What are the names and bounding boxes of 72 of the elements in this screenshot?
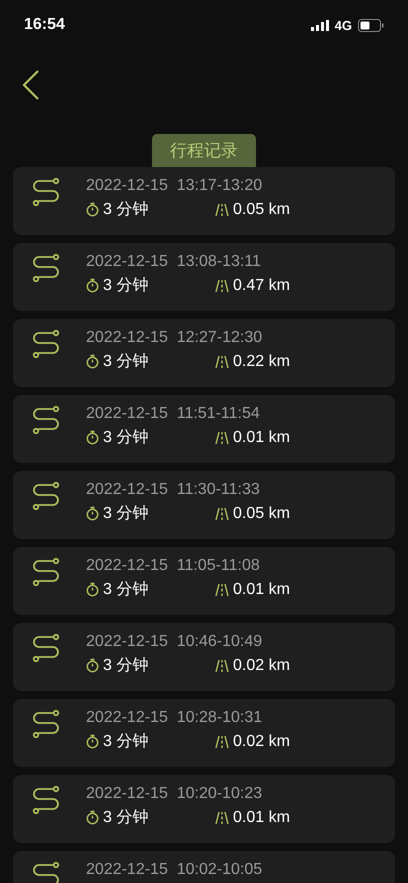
trip-distance: 0.02 km xyxy=(233,732,290,750)
back-button[interactable] xyxy=(20,68,42,102)
stopwatch-icon xyxy=(86,658,99,673)
trip-card[interactable]: 2022-12-15 10:28-10:31 3 分钟 0.02 km xyxy=(13,699,395,767)
trip-duration: 3 分钟 xyxy=(103,428,150,448)
trip-distance: 0.01 km xyxy=(233,428,290,446)
trip-duration: 3 分钟 xyxy=(103,732,150,752)
status-time: 16:54 xyxy=(24,16,65,34)
trip-duration: 3 分钟 xyxy=(103,656,150,676)
trip-datetime: 2022-12-15 10:46-10:49 xyxy=(86,633,264,651)
road-icon xyxy=(215,582,229,596)
trip-datetime: 2022-12-15 10:28-10:31 xyxy=(86,709,264,727)
trip-card[interactable]: 2022-12-15 11:51-11:54 3 分钟 0.01 km xyxy=(13,395,395,463)
trip-distance: 0.47 km xyxy=(233,276,290,294)
trip-duration: 3 分钟 xyxy=(103,352,150,372)
road-icon xyxy=(215,658,229,672)
trip-card[interactable]: 2022-12-15 13:17-13:20 3 分钟 0.05 km xyxy=(13,167,395,235)
trip-datetime: 2022-12-15 10:02-10:05 xyxy=(86,861,262,879)
route-icon xyxy=(32,329,62,359)
trip-card[interactable]: 2022-12-15 10:46-10:49 3 分钟 0.02 km xyxy=(13,623,395,691)
network-label: 4G xyxy=(334,18,352,32)
trip-duration: 3 分钟 xyxy=(103,200,150,220)
trip-distance: 0.02 km xyxy=(233,656,290,674)
trip-datetime: 2022-12-15 11:51-11:54 xyxy=(86,405,261,423)
trip-distance: 0.01 km xyxy=(233,808,290,826)
trip-card[interactable]: 2022-12-15 12:27-12:30 3 分钟 0.22 km xyxy=(13,319,395,387)
trip-card[interactable]: 2022-12-15 13:08-13:11 3 分钟 0.47 km xyxy=(13,243,395,311)
road-icon xyxy=(215,430,229,444)
battery-icon xyxy=(358,18,384,32)
trip-distance: 0.22 km xyxy=(233,352,290,370)
stopwatch-icon xyxy=(86,506,99,521)
road-icon xyxy=(215,354,229,368)
stopwatch-icon xyxy=(86,810,99,825)
trip-datetime: 2022-12-15 10:20-10:23 xyxy=(86,785,264,803)
road-icon xyxy=(215,734,229,748)
route-icon xyxy=(32,481,62,511)
trip-card[interactable]: 2022-12-15 10:02-10:05 xyxy=(13,851,395,883)
trip-distance: 0.01 km xyxy=(233,580,290,598)
trip-duration: 3 分钟 xyxy=(103,808,150,828)
road-icon xyxy=(215,278,229,292)
trip-duration: 3 分钟 xyxy=(103,276,150,296)
trip-card[interactable]: 2022-12-15 11:05-11:08 3 分钟 0.01 km xyxy=(13,547,395,615)
stopwatch-icon xyxy=(86,734,99,749)
trip-card[interactable]: 2022-12-15 10:20-10:23 3 分钟 0.01 km xyxy=(13,775,395,843)
route-icon xyxy=(32,177,62,207)
trip-datetime: 2022-12-15 12:27-12:30 xyxy=(86,329,264,347)
route-icon xyxy=(32,405,62,435)
stopwatch-icon xyxy=(86,278,99,293)
trip-datetime: 2022-12-15 13:17-13:20 xyxy=(86,177,264,195)
route-icon xyxy=(32,785,62,815)
road-icon xyxy=(215,506,229,520)
road-icon xyxy=(215,202,229,216)
stopwatch-icon xyxy=(86,202,99,217)
trip-duration: 3 分钟 xyxy=(103,504,150,524)
trip-distance: 0.05 km xyxy=(233,504,290,522)
trip-duration: 3 分钟 xyxy=(103,580,150,600)
route-icon xyxy=(32,709,62,739)
stopwatch-icon xyxy=(86,354,99,369)
trip-datetime: 2022-12-15 13:08-13:11 xyxy=(86,253,262,271)
stopwatch-icon xyxy=(86,582,99,597)
route-icon xyxy=(32,633,62,663)
route-icon xyxy=(32,861,62,883)
signal-icon xyxy=(310,20,329,30)
page-title: 行程记录 xyxy=(152,134,256,167)
trip-datetime: 2022-12-15 11:05-11:08 xyxy=(86,557,261,575)
trip-card[interactable]: 2022-12-15 11:30-11:33 3 分钟 0.05 km xyxy=(13,471,395,539)
trip-distance: 0.05 km xyxy=(233,200,290,218)
route-icon xyxy=(32,557,62,587)
road-icon xyxy=(215,810,229,824)
route-icon xyxy=(32,253,62,283)
stopwatch-icon xyxy=(86,430,99,445)
trip-datetime: 2022-12-15 11:30-11:33 xyxy=(86,481,261,499)
